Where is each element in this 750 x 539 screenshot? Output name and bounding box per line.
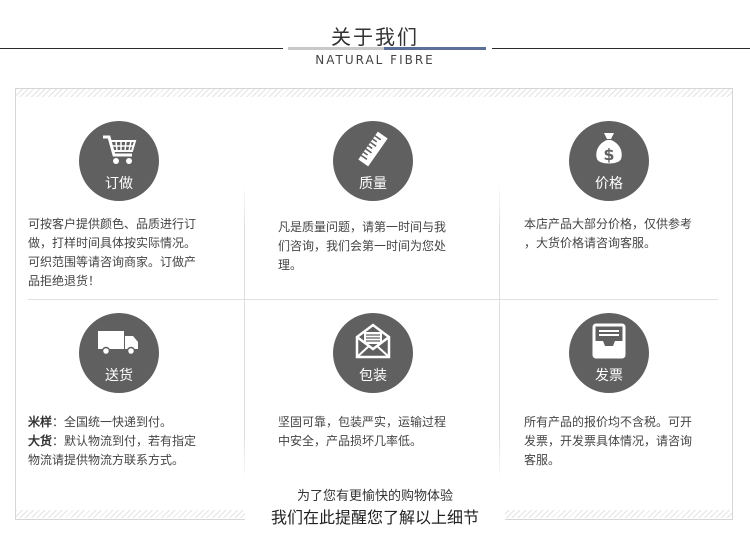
invoice-badge: 发票 (569, 313, 649, 393)
invoice-text: 所有产品的报价均不含税。可开 发票，开发票具体情况，请咨询 客服。 (524, 413, 692, 470)
text-line: 可按客户提供颜色、品质进行订 (28, 217, 197, 231)
footer-reminder: 我们在此提醒您了解以上细节 (245, 506, 505, 530)
price-label: 价格 (595, 176, 623, 192)
quality-badge: 质量 (333, 121, 413, 201)
page-subtitle: NATURAL FIBRE (315, 53, 435, 67)
text-line: 米样：全国统一快递到付。 (28, 415, 173, 429)
text-line: 做，打样时间具体按实际情况。 (28, 236, 197, 250)
text-line: 中安全，产品损坏几率低。 (278, 434, 423, 448)
delivery-label: 送货 (105, 368, 133, 384)
price-badge: $ 价格 (569, 121, 649, 201)
quality-label: 质量 (359, 176, 387, 192)
packaging-badge: 包装 (333, 313, 413, 393)
envelope-icon (355, 323, 391, 359)
text-line: 品拒绝退货！ (28, 274, 101, 288)
quality-text: 凡是质量问题，请第一时间与我 们咨询，我们会第一时间为您处 理。 (278, 218, 446, 275)
packaging-label: 包装 (359, 368, 387, 384)
text-line: 坚固可靠，包装严实，运输过程 (278, 415, 447, 429)
text-line: 所有产品的报价均不含税。可开 (524, 415, 693, 429)
custom-order-badge: 订做 (79, 121, 159, 201)
custom-order-text: 可按客户提供颜色、品质进行订 做，打样时间具体按实际情况。 可织范围等请咨询商家… (28, 215, 196, 291)
title-underline-gray (288, 47, 384, 50)
text-line: 大货：默认物流到付，若有指定 (28, 434, 197, 448)
footer-note: 为了您有更愉快的购物体验 (296, 489, 453, 504)
row-divider (28, 299, 718, 300)
text-line: 们咨询，我们会第一时间为您处 (278, 239, 447, 253)
text-line: 物流请提供物流方联系方式。 (28, 453, 185, 467)
price-text: 本店产品大部分价格，仅供参考 ，大货价格请咨询客服。 (524, 215, 692, 253)
shopping-cart-icon (103, 135, 137, 164)
title-underline-blue (384, 47, 486, 50)
text-line: 理。 (278, 258, 303, 272)
invoice-label: 发票 (595, 368, 623, 384)
inbox-tray-icon (592, 323, 626, 359)
text-line: 可织范围等请咨询商家。订做产 (28, 255, 197, 269)
column-divider (244, 182, 245, 482)
custom-order-label: 订做 (105, 176, 133, 192)
text-line: 本店产品大部分价格，仅供参考 (524, 217, 693, 231)
ruler-icon (358, 131, 388, 167)
text-line: ，大货价格请咨询客服。 (524, 236, 657, 250)
page-title: 关于我们 (331, 25, 419, 49)
text-line: 发票，开发票具体情况，请咨询 (524, 434, 693, 448)
column-divider (499, 182, 500, 482)
delivery-text: 米样：全国统一快递到付。 大货：默认物流到付，若有指定 物流请提供物流方联系方式… (28, 413, 196, 470)
text-line: 凡是质量问题，请第一时间与我 (278, 220, 447, 234)
truck-icon (98, 331, 138, 356)
svg-text:$: $ (603, 145, 614, 164)
text-line: 客服。 (524, 453, 561, 467)
delivery-badge: 送货 (79, 313, 159, 393)
hatch-band-top (16, 89, 732, 97)
money-bag-icon: $ (596, 133, 622, 164)
packaging-text: 坚固可靠，包装严实，运输过程 中安全，产品损坏几率低。 (278, 413, 446, 451)
